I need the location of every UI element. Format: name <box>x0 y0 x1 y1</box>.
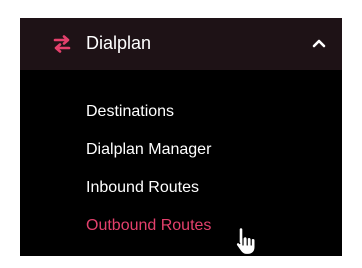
dialplan-menu-header[interactable]: Dialplan <box>20 18 342 70</box>
exchange-arrows-icon <box>53 35 71 53</box>
chevron-up-icon[interactable] <box>312 38 326 48</box>
dialplan-menu-title: Dialplan <box>86 33 152 53</box>
submenu-item-destinations[interactable]: Destinations <box>86 102 174 122</box>
sidebar-menu-dialplan: Dialplan Destinations Dialplan Manager I… <box>20 18 342 256</box>
hand-pointer-cursor-icon <box>235 226 256 256</box>
submenu-item-outbound-routes[interactable]: Outbound Routes <box>86 216 211 236</box>
submenu-item-dialplan-manager[interactable]: Dialplan Manager <box>86 140 211 160</box>
submenu-item-inbound-routes[interactable]: Inbound Routes <box>86 178 199 198</box>
